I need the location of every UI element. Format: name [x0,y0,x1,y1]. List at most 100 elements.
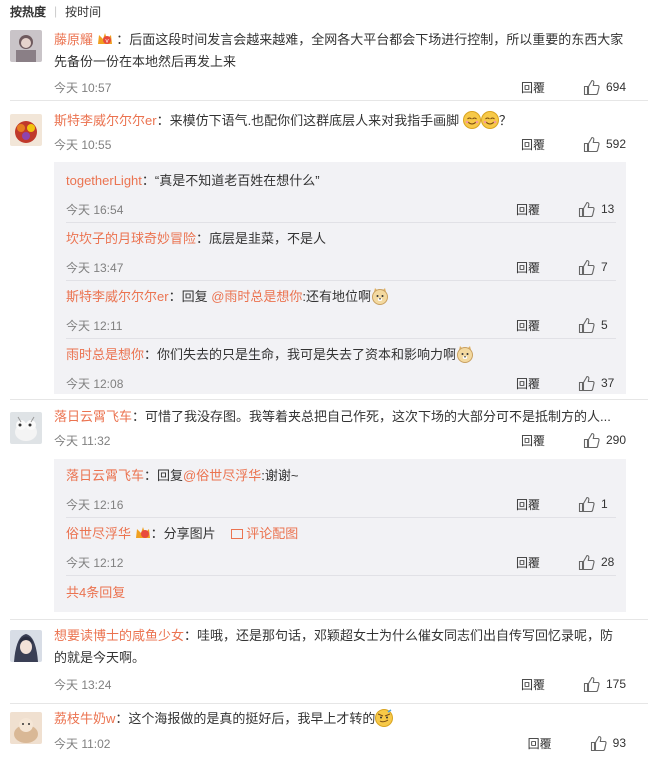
reply-content: ：底层是韭菜，不是人 [196,231,327,246]
like-count: 1 [601,497,608,511]
reply-button[interactable]: 回覆 [516,554,578,571]
username-link[interactable]: 落日云霄飞车 [54,409,132,424]
like-button[interactable]: 7 [578,259,616,276]
username-link[interactable]: 落日云霄飞车 [66,468,144,483]
reply-button[interactable]: 回覆 [521,136,583,153]
reply-button[interactable]: 回覆 [528,735,590,752]
avatar[interactable] [10,630,42,662]
comment-time: 今天 11:32 [54,433,111,448]
like-button[interactable]: 93 [590,735,626,752]
mention-link[interactable]: @雨时总是想你 [211,289,302,304]
like-button[interactable]: 5 [578,317,616,334]
comment-content-end: ？ [498,113,512,128]
username-link[interactable]: 想要读博士的咸鱼少女 [54,628,184,643]
avatar[interactable] [10,412,42,444]
reply-button[interactable]: 回覆 [516,375,578,392]
view-more-replies-link[interactable]: 共4条回复 [66,583,125,603]
reply-item: 俗世尽浮华 ：分享图片 评论配图 今天 12:12 回覆 28 [66,523,626,573]
like-count: 592 [605,137,626,151]
username-link[interactable]: togetherLight [66,173,142,188]
reply-text: 斯特李威尔尔尔er：回复 @雨时总是想你:还有地位啊 [66,286,616,308]
avatar[interactable] [10,712,42,744]
thumbs-up-icon [583,676,600,692]
comment-time: 今天 10:55 [54,137,112,152]
doge-emoji-icon [372,288,389,305]
comment-meta: 今天 10:55 回覆 592 [54,134,626,154]
thumbs-up-icon [590,735,607,751]
comment-content: ：来模仿下语气.也配你们这群底层人来对我指手画脚 [156,113,460,128]
comment-item: 藤原耀 v ：后面这段时间发言会越来越难，全网各大平台都会下场进行控制，所以重要… [0,22,658,101]
like-count: 5 [601,318,608,332]
doge-emoji-icon [457,346,474,363]
like-count: 175 [605,677,626,691]
like-button[interactable]: 592 [583,136,626,153]
comment-item: 想要读博士的咸鱼少女：哇哦，还是那句话，邓颖超女士为什么催女同志们出自传写回忆录… [0,620,658,704]
like-button[interactable]: 13 [578,201,616,218]
username-link[interactable]: 荔枝牛奶w [54,711,115,726]
thumbs-up-icon [583,79,600,95]
reply-text: 雨时总是想你：你们失去的只是生命，我可是失去了资本和影响力啊 [66,344,616,366]
username-link[interactable]: 斯特李威尔尔尔er [66,289,169,304]
avatar[interactable] [10,30,42,62]
divider [66,517,616,518]
vip-crown-icon [135,527,150,538]
comment-meta: 今天 10:57 回覆 694 [54,77,626,97]
reply-meta: 今天 16:54 回覆 13 [66,199,616,219]
reply-button[interactable]: 回覆 [516,317,578,334]
smirk-emoji-icon [375,709,394,727]
avatar[interactable] [10,114,42,146]
reply-content: :还有地位啊 [302,289,372,304]
reply-item: 斯特李威尔尔尔er：回复 @雨时总是想你:还有地位啊 今天 12:11 回覆 5 [66,286,626,336]
thumbs-up-icon [578,375,595,391]
comment-item: 斯特李威尔尔尔er：来模仿下语气.也配你们这群底层人来对我指手画脚 ？ 今天 1… [0,100,658,400]
reply-button[interactable]: 回覆 [521,676,583,693]
comment-content: ：这个海报做的是真的挺好后，我早上才转的 [115,711,376,726]
comment-text: 荔枝牛奶w：这个海报做的是真的挺好后，我早上才转的 [54,708,626,730]
like-button[interactable]: 1 [578,496,616,513]
reply-prefix: ：回复 [168,289,212,304]
comment-meta: 今天 11:32 回覆 290 [54,430,626,450]
comment-time: 今天 13:24 [54,677,112,692]
comment-item: 落日云霄飞车：可惜了我没存图。我等着夹总把自己作死，这次下场的大部分可不是抵制方… [0,400,658,620]
thumbs-up-icon [578,201,595,217]
sort-by-hot-tab[interactable]: 按热度 [10,3,46,20]
username-link[interactable]: 俗世尽浮华 [66,526,131,541]
reply-content: ：你们失去的只是生命，我可是失去了资本和影响力啊 [144,347,457,362]
reply-button[interactable]: 回覆 [516,496,578,513]
comment-text: 藤原耀 v ：后面这段时间发言会越来越难，全网各大平台都会下场进行控制，所以重要… [54,29,626,73]
username-link[interactable]: 坎坎子的月球奇妙冒险 [66,231,196,246]
username-link[interactable]: 雨时总是想你 [66,347,144,362]
reply-button[interactable]: 回覆 [516,259,578,276]
replies-box: 落日云霄飞车：回复@俗世尽浮华:谢谢~ 今天 12:16 回覆 1 俗世尽浮华 … [54,459,626,612]
smile-emoji-icon [462,111,481,129]
reply-text: togetherLight：“真是不知道老百姓在想什么” [66,170,616,192]
comment-text: 斯特李威尔尔尔er：来模仿下语气.也配你们这群底层人来对我指手画脚 ？ [54,110,626,132]
reply-prefix: ：回复 [144,468,184,483]
comment-image-link[interactable]: 评论配图 [231,526,298,541]
comment-text: 想要读博士的咸鱼少女：哇哦，还是那句话，邓颖超女士为什么催女同志们出自传写回忆录… [54,625,626,669]
comment-meta: 今天 13:24 回覆 175 [54,674,626,694]
like-count: 7 [601,260,608,274]
divider [66,280,616,281]
reply-button[interactable]: 回覆 [521,432,583,449]
like-button[interactable]: 694 [583,79,626,96]
reply-button[interactable]: 回覆 [516,201,578,218]
reply-meta: 今天 13:47 回覆 7 [66,257,616,277]
reply-item: togetherLight：“真是不知道老百姓在想什么” 今天 16:54 回覆… [66,170,626,220]
comment-meta: 今天 11:02 回覆 93 [54,733,626,753]
comment-text: 落日云霄飞车：可惜了我没存图。我等着夹总把自己作死，这次下场的大部分可不是抵制方… [54,406,626,428]
like-button[interactable]: 290 [583,432,626,449]
reply-button[interactable]: 回覆 [521,79,583,96]
like-button[interactable]: 28 [578,554,616,571]
like-button[interactable]: 175 [583,676,626,693]
comment-content: ：后面这段时间发言会越来越难，全网各大平台都会下场进行控制，所以重要的东西大家先… [54,32,624,69]
reply-time: 今天 12:11 [66,318,123,333]
sort-by-time-tab[interactable]: 按时间 [65,3,101,20]
sort-bar: 按热度 | 按时间 [0,0,658,22]
like-button[interactable]: 37 [578,375,616,392]
reply-meta: 今天 12:16 回覆 1 [66,494,616,514]
username-link[interactable]: 藤原耀 [54,32,93,47]
username-link[interactable]: 斯特李威尔尔尔er [54,113,157,128]
mention-link[interactable]: @俗世尽浮华 [183,468,261,483]
divider [66,338,616,339]
